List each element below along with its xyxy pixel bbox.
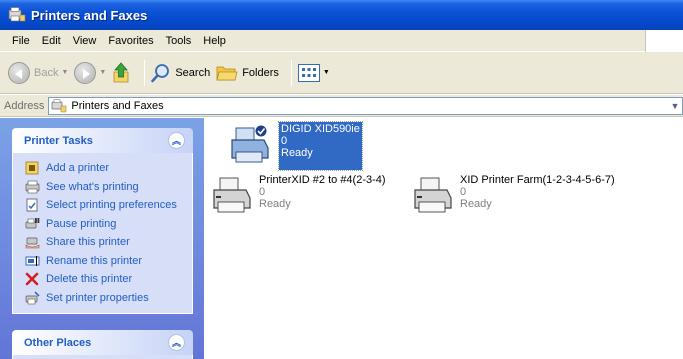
menu-favorites[interactable]: Favorites: [102, 33, 159, 49]
printer-item-printerxid-2-4[interactable]: PrinterXID #2 to #4(2-3-4) 0 Ready: [208, 174, 386, 222]
task-delete-printer[interactable]: Delete this printer: [25, 270, 192, 289]
up-button[interactable]: [112, 61, 132, 84]
printer-tasks-list: Add a printer See what's printing Select…: [12, 153, 193, 314]
folder-up-icon: [112, 61, 132, 84]
forward-dropdown-icon[interactable]: ▼: [99, 69, 106, 76]
menu-tools[interactable]: Tools: [160, 33, 198, 49]
printer-name: XID Printer Farm(1-2-3-4-5-6-7): [460, 174, 615, 186]
search-icon: [151, 63, 171, 83]
other-places-header[interactable]: Other Places ︽: [12, 330, 193, 355]
delete-x-icon: [25, 272, 40, 286]
share-printer-icon: [25, 235, 40, 249]
task-see-whats-printing[interactable]: See what's printing: [25, 178, 192, 197]
folders-icon: [216, 64, 238, 82]
printer-name: DIGID XID590ie: [281, 123, 360, 135]
printer-icon: [409, 174, 459, 222]
printer-item-xid-printer-farm[interactable]: XID Printer Farm(1-2-3-4-5-6-7) 0 Ready: [409, 174, 615, 222]
task-label: Delete this printer: [46, 273, 133, 286]
task-label: Rename this printer: [46, 254, 142, 267]
menu-bar: File Edit View Favorites Tools Help: [0, 30, 683, 52]
other-places-panel: Other Places ︽: [12, 330, 193, 359]
folders-label: Folders: [242, 66, 279, 79]
views-dropdown-icon[interactable]: ▼: [323, 69, 330, 76]
title-bar[interactable]: Printers and Faxes: [0, 0, 683, 30]
back-button[interactable]: Back ▼: [8, 61, 68, 84]
printer-name: PrinterXID #2 to #4(2-3-4): [259, 174, 386, 186]
folders-button[interactable]: Folders: [216, 64, 279, 82]
rename-icon: [25, 254, 40, 268]
address-value: Printers and Faxes: [71, 99, 164, 112]
default-printer-icon: [228, 122, 278, 170]
other-places-list: [12, 355, 193, 359]
task-label: Select printing preferences: [46, 199, 177, 212]
menu-file[interactable]: File: [6, 33, 36, 49]
task-share-printer[interactable]: Share this printer: [25, 233, 192, 252]
printer-status: Ready: [281, 147, 313, 159]
printer-documents: 0: [460, 186, 467, 198]
back-label: Back: [34, 66, 59, 79]
search-label: Search: [175, 66, 211, 79]
task-label: Add a printer: [46, 162, 109, 175]
printer-info: PrinterXID #2 to #4(2-3-4) 0 Ready: [259, 174, 386, 222]
printer-documents: 0: [259, 186, 266, 198]
pause-printer-icon: [25, 217, 40, 231]
printer-tasks-title: Printer Tasks: [24, 134, 93, 147]
views-grid-icon: [297, 63, 320, 82]
task-label: Share this printer: [46, 236, 130, 249]
properties-icon: [25, 291, 40, 305]
printer-documents: 0: [281, 135, 288, 147]
printer-tasks-panel: Printer Tasks ︽ Add a printer See what's…: [12, 128, 193, 314]
address-bar: Address Printers and Faxes ▼: [0, 95, 683, 117]
views-button[interactable]: ▼: [297, 63, 330, 82]
forward-arrow-icon: [74, 61, 97, 84]
task-label: See what's printing: [46, 180, 139, 193]
task-pane: Printer Tasks ︽ Add a printer See what's…: [0, 118, 204, 359]
preferences-icon: [25, 198, 40, 212]
task-select-preferences[interactable]: Select printing preferences: [25, 196, 192, 215]
toolbar: Back ▼ ▼ Search Folders ▼: [0, 52, 683, 94]
printers-folder-icon: [8, 7, 26, 23]
printer-item-digid-xid590ie[interactable]: DIGID XID590ie 0 Ready: [228, 121, 363, 171]
task-add-printer[interactable]: Add a printer: [25, 159, 192, 178]
printer-icon: [208, 174, 258, 222]
task-pause-printing[interactable]: Pause printing: [25, 215, 192, 234]
printers-folder-icon: [51, 98, 67, 113]
printer-status: Ready: [460, 198, 492, 210]
address-label: Address: [4, 99, 45, 112]
printer-list: DIGID XID590ie 0 Ready PrinterXID #2 to …: [204, 118, 683, 359]
task-label: Set printer properties: [46, 291, 149, 304]
printer-info: DIGID XID590ie 0 Ready: [278, 121, 363, 171]
back-arrow-icon: [8, 61, 30, 84]
add-printer-icon: [25, 161, 40, 175]
toolbar-separator: [290, 59, 292, 86]
toolbar-separator: [144, 59, 146, 86]
address-field[interactable]: Printers and Faxes ▼: [48, 96, 683, 115]
search-button[interactable]: Search: [151, 63, 210, 83]
collapse-chevron-icon[interactable]: ︽: [168, 334, 185, 351]
menu-view[interactable]: View: [67, 33, 103, 49]
forward-button[interactable]: ▼: [74, 61, 106, 84]
task-rename-printer[interactable]: Rename this printer: [25, 252, 192, 271]
windows-logo: [645, 30, 683, 52]
back-dropdown-icon[interactable]: ▼: [61, 69, 68, 76]
task-label: Pause printing: [46, 217, 117, 230]
other-places-title: Other Places: [24, 336, 92, 349]
collapse-chevron-icon[interactable]: ︽: [168, 132, 185, 149]
menu-help[interactable]: Help: [197, 33, 232, 49]
window-title: Printers and Faxes: [31, 7, 148, 23]
address-dropdown-icon[interactable]: ▼: [668, 97, 682, 115]
print-queue-icon: [25, 180, 40, 194]
task-set-properties[interactable]: Set printer properties: [25, 289, 192, 308]
printer-info: XID Printer Farm(1-2-3-4-5-6-7) 0 Ready: [460, 174, 615, 222]
menu-edit[interactable]: Edit: [36, 33, 67, 49]
printer-status: Ready: [259, 198, 291, 210]
printer-tasks-header[interactable]: Printer Tasks ︽: [12, 128, 193, 153]
